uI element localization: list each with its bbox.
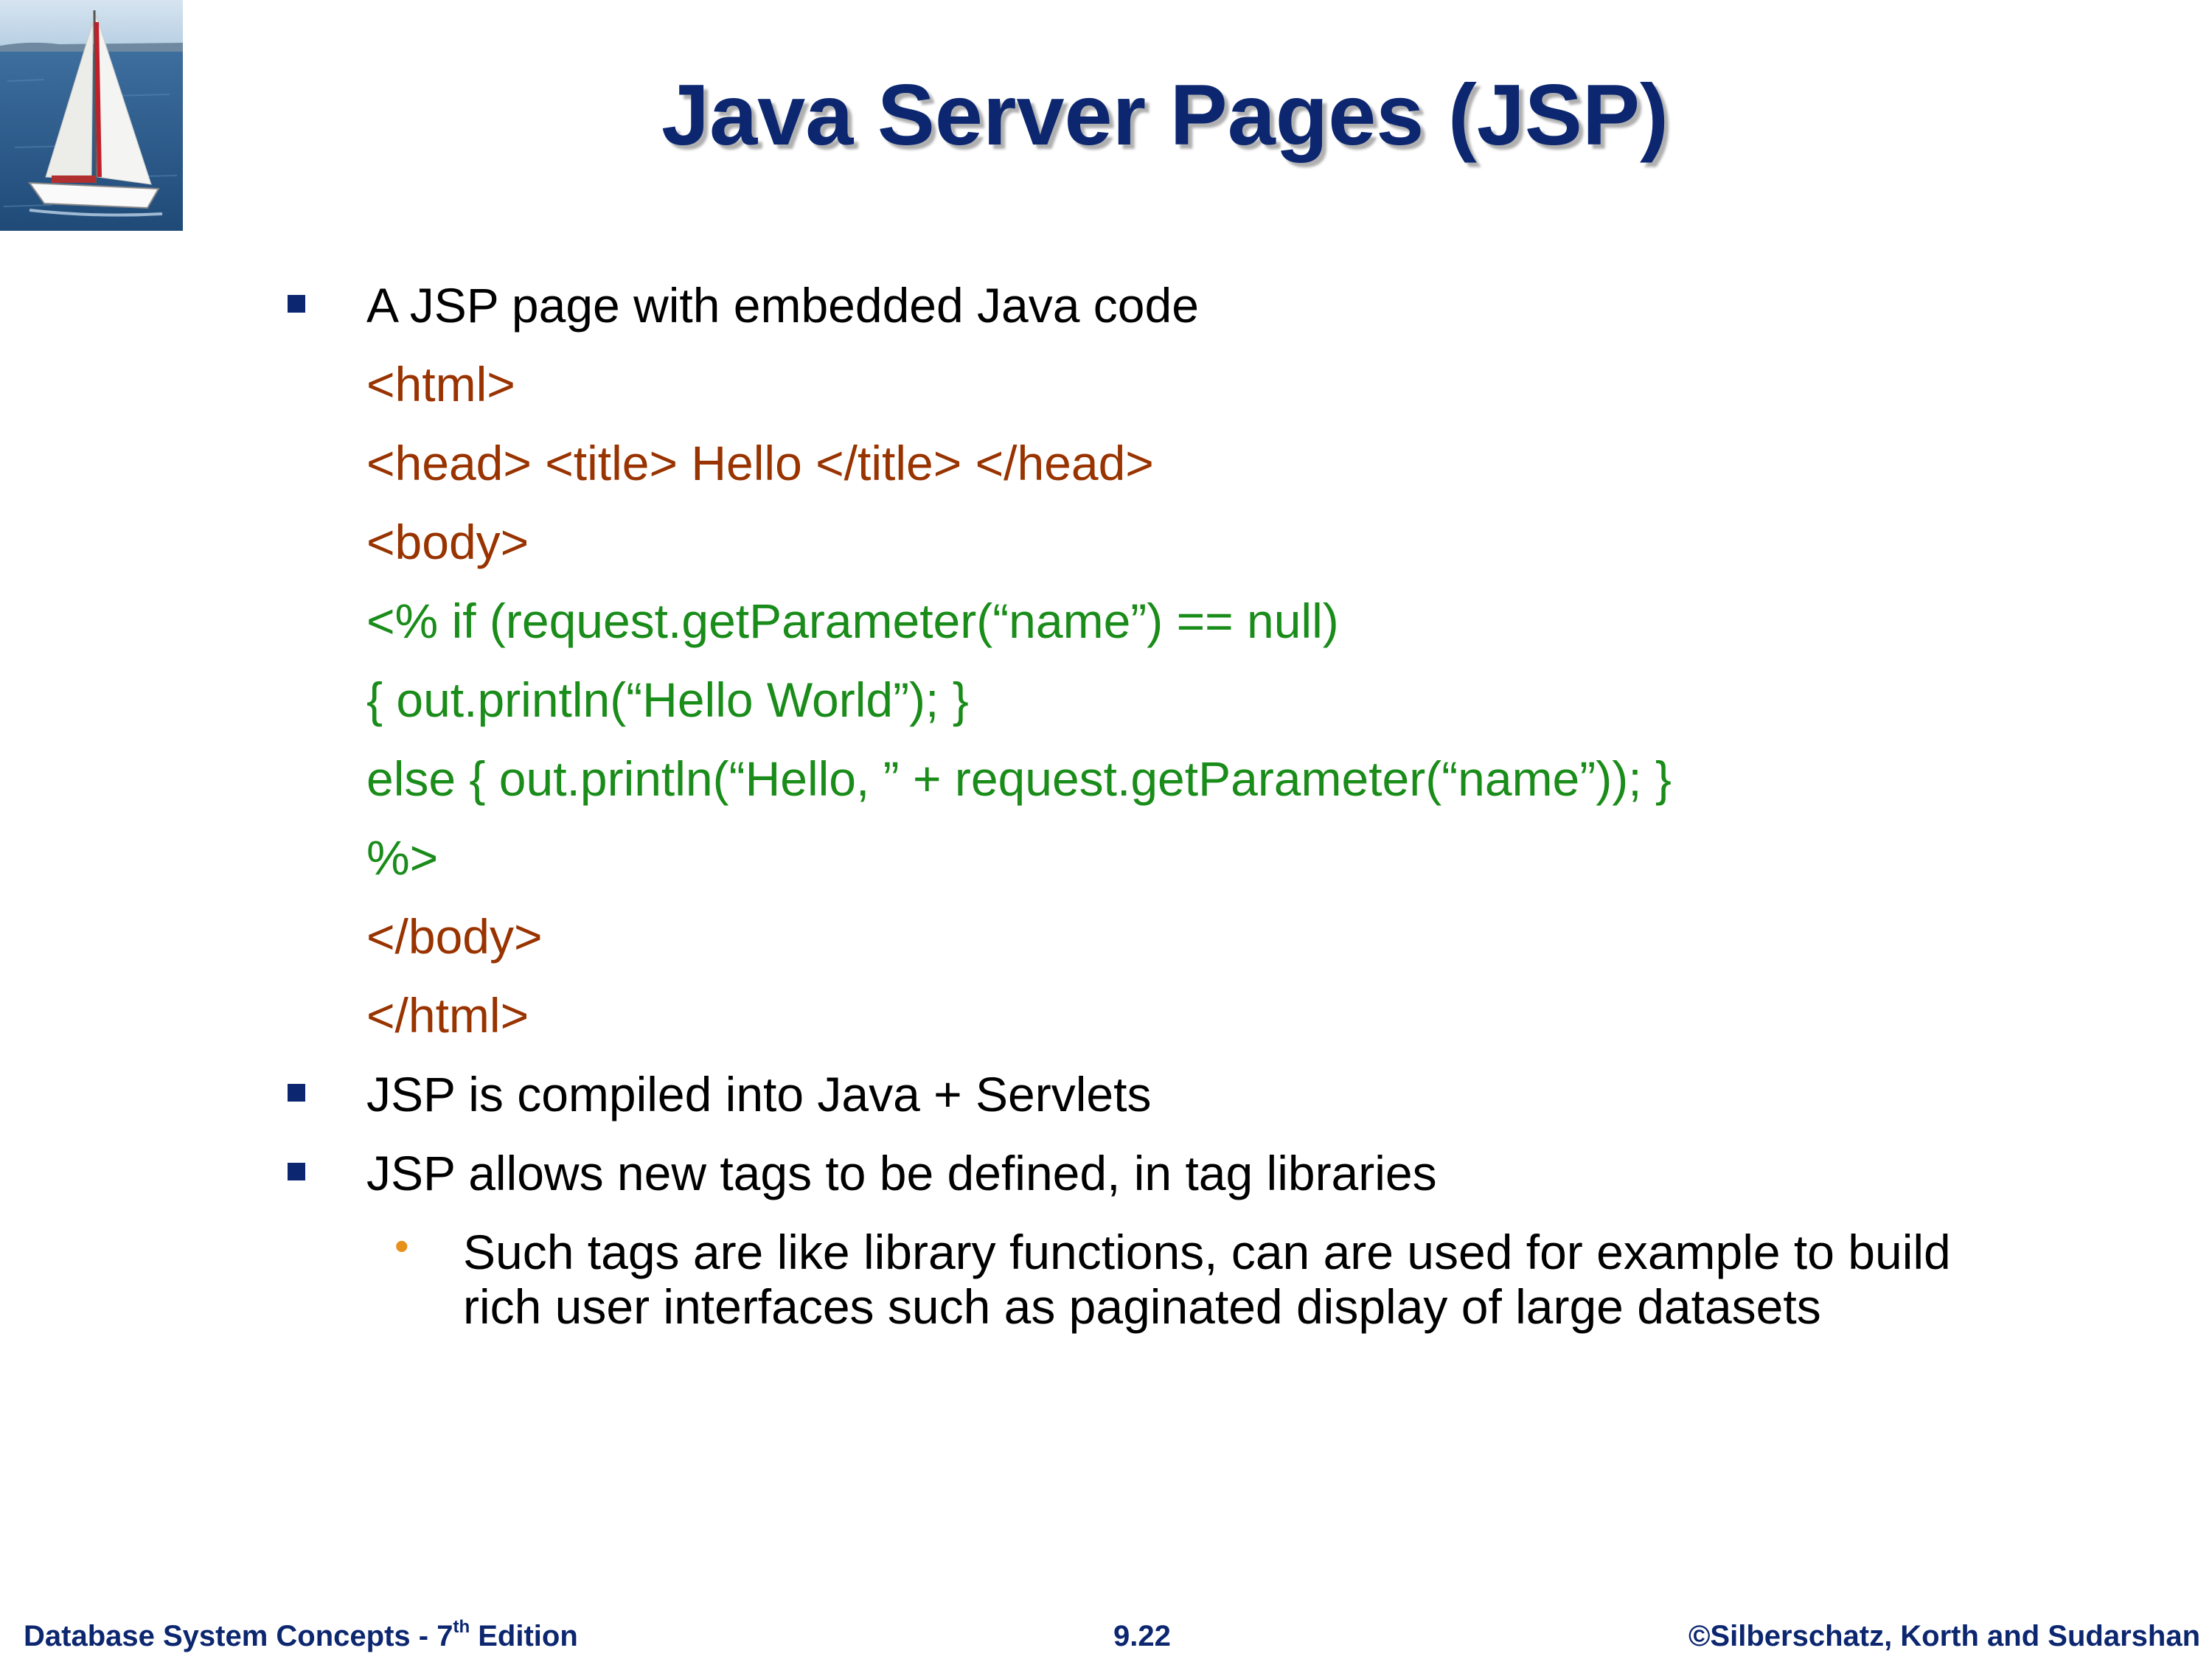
footer-copyright: ©Silberschatz, Korth and Sudarshan bbox=[1688, 1620, 2200, 1652]
footer-book-title: Database System Concepts - 7th Edition bbox=[24, 1617, 578, 1653]
code-line-html: <html> bbox=[366, 357, 515, 411]
code-line-body-open: <body> bbox=[366, 515, 529, 569]
code-line-java-if: <% if (request.getParameter(“name”) == n… bbox=[366, 594, 1339, 648]
sub-bullet-text-line-2: rich user interfaces such as paginated d… bbox=[463, 1279, 1821, 1334]
code-line-java-then: { out.println(“Hello World”); } bbox=[366, 672, 969, 727]
slide: Java Server Pages (JSP) A JSP page with … bbox=[0, 0, 2212, 1659]
bullet-text: JSP is compiled into Java + Servlets bbox=[366, 1067, 1152, 1121]
code-line-java-close: %> bbox=[366, 830, 439, 885]
sailboat-logo bbox=[0, 0, 183, 231]
footer-page-number: 9.22 bbox=[1113, 1620, 1171, 1652]
square-bullet-icon bbox=[288, 295, 305, 313]
code-line-java-else: else { out.println(“Hello, ” + request.g… bbox=[366, 751, 1672, 806]
code-line-head: <head> <title> Hello </title> </head> bbox=[366, 436, 1154, 490]
footer-edition-sup: th bbox=[453, 1617, 470, 1637]
bullet-text: JSP allows new tags to be defined, in ta… bbox=[366, 1146, 1437, 1200]
bullet-text: A JSP page with embedded Java code bbox=[366, 278, 1199, 333]
footer-book-title-text: Database System Concepts - 7 bbox=[24, 1620, 453, 1652]
round-bullet-icon: • bbox=[394, 1222, 409, 1269]
code-line-html-close: </html> bbox=[366, 988, 529, 1043]
square-bullet-icon bbox=[288, 1163, 305, 1180]
code-line-body-close: </body> bbox=[366, 909, 543, 964]
slide-title: Java Server Pages (JSP) bbox=[661, 66, 1669, 163]
footer-edition-text: Edition bbox=[470, 1620, 578, 1652]
square-bullet-icon bbox=[288, 1084, 305, 1102]
sub-bullet-text-line-1: Such tags are like library functions, ca… bbox=[463, 1225, 1951, 1279]
